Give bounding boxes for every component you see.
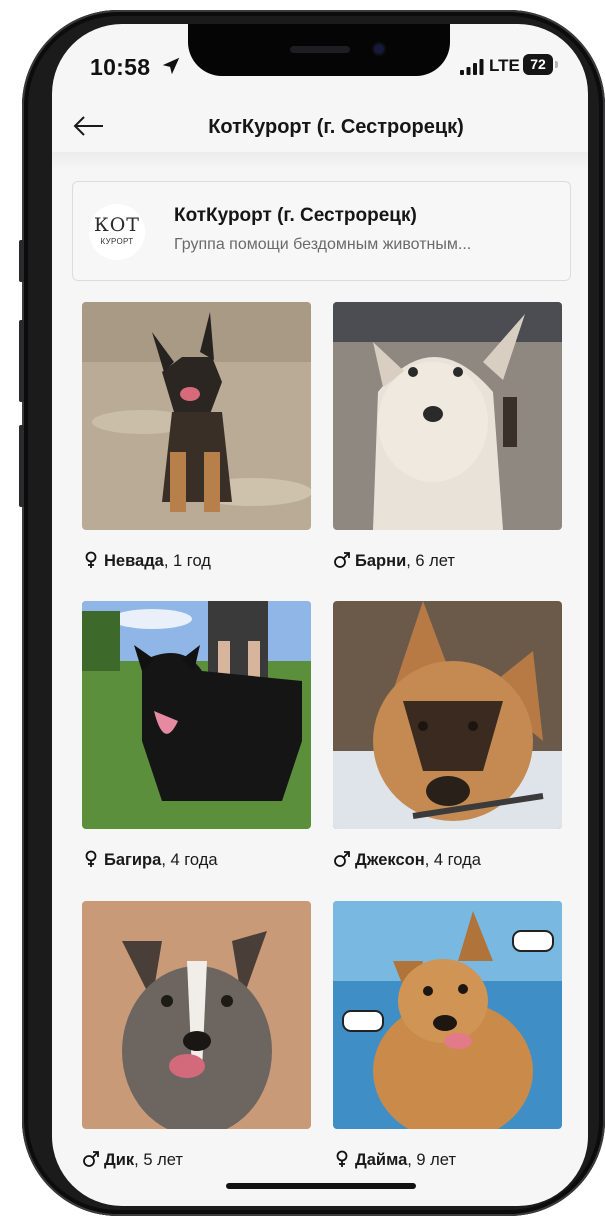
- battery-cap: [555, 61, 558, 68]
- animal-card[interactable]: Невада, 1 год: [82, 302, 311, 571]
- app-header: КотКурорт (г. Сестрорецк): [52, 102, 588, 152]
- notch: [188, 24, 450, 76]
- dog-photo-grey-dog-tongue: [82, 901, 311, 1129]
- dog-photo-german-shepherd-sitting: [82, 302, 311, 530]
- female-symbol-icon: [85, 850, 97, 867]
- animal-name: Барни: [355, 552, 407, 570]
- male-symbol-icon: [334, 851, 350, 867]
- female-symbol-icon: [336, 1150, 348, 1167]
- status-bar: 10:58 LTE 72: [52, 24, 588, 94]
- network-type: LTE: [489, 56, 520, 75]
- animal-card[interactable]: Джексон, 4 года: [333, 601, 562, 870]
- dog-photo-light-husky-mix: [333, 302, 562, 530]
- animal-age: 6 лет: [415, 552, 455, 570]
- phone-mute-switch: [19, 240, 24, 282]
- animal-age: 4 года: [170, 851, 218, 869]
- status-time: 10:58: [90, 54, 151, 80]
- dog-photo-black-dog-on-grass: [82, 601, 311, 829]
- speaker-grille: [290, 46, 350, 53]
- front-camera: [374, 44, 384, 54]
- male-symbol-icon: [83, 1151, 99, 1167]
- logo-text: КОТ: [94, 214, 140, 236]
- animal-caption: Дик, 5 лет: [82, 1150, 311, 1170]
- battery-icon: 72: [523, 54, 553, 75]
- animal-age: 1 год: [173, 552, 211, 570]
- animal-card[interactable]: Дик, 5 лет: [82, 901, 311, 1170]
- animal-card[interactable]: Багира, 4 года: [82, 601, 311, 870]
- animal-caption: Дайма, 9 лет: [333, 1150, 562, 1170]
- animal-name: Джексон: [355, 851, 425, 869]
- animal-age: 9 лет: [416, 1151, 456, 1169]
- organization-logo: КОТ КУРОРТ: [89, 204, 145, 260]
- animal-age: 4 года: [433, 851, 481, 869]
- phone-volume-down: [19, 425, 24, 507]
- animal-caption: Багира, 4 года: [82, 850, 311, 870]
- female-symbol-icon: [85, 551, 97, 568]
- cellular-signal-icon: [460, 59, 484, 75]
- animal-card[interactable]: Дайма, 9 лет: [333, 901, 562, 1170]
- animal-name: Багира: [104, 851, 162, 869]
- organization-description: Группа помощи бездомным животным...: [174, 236, 472, 253]
- phone-volume-up: [19, 320, 24, 402]
- organization-card[interactable]: КОТ КУРОРТ КотКурорт (г. Сестрорецк) Гру…: [72, 181, 571, 281]
- animal-name: Дик: [104, 1151, 135, 1169]
- location-arrow-icon: [162, 57, 180, 75]
- animal-name: Невада: [104, 552, 164, 570]
- home-indicator[interactable]: [226, 1183, 416, 1189]
- animal-caption: Джексон, 4 года: [333, 850, 562, 870]
- dog-photo-ginger-dog-blue-backdrop: [333, 901, 562, 1129]
- organization-name: КотКурорт (г. Сестрорецк): [174, 205, 417, 226]
- animal-caption: Барни, 6 лет: [333, 551, 562, 571]
- male-symbol-icon: [334, 552, 350, 568]
- header-divider: [52, 152, 588, 170]
- logo-subtext: КУРОРТ: [100, 237, 134, 246]
- animal-caption: Невада, 1 год: [82, 551, 311, 571]
- animal-card[interactable]: Барни, 6 лет: [333, 302, 562, 571]
- animal-name: Дайма: [355, 1151, 408, 1169]
- page-title: КотКурорт (г. Сестрорецк): [208, 116, 464, 138]
- animal-age: 5 лет: [143, 1151, 183, 1169]
- dog-photo-shepherd-portrait: [333, 601, 562, 829]
- app-screen: 10:58 LTE 72 КотКурорт (г. Сестрорецк) К…: [52, 24, 588, 1206]
